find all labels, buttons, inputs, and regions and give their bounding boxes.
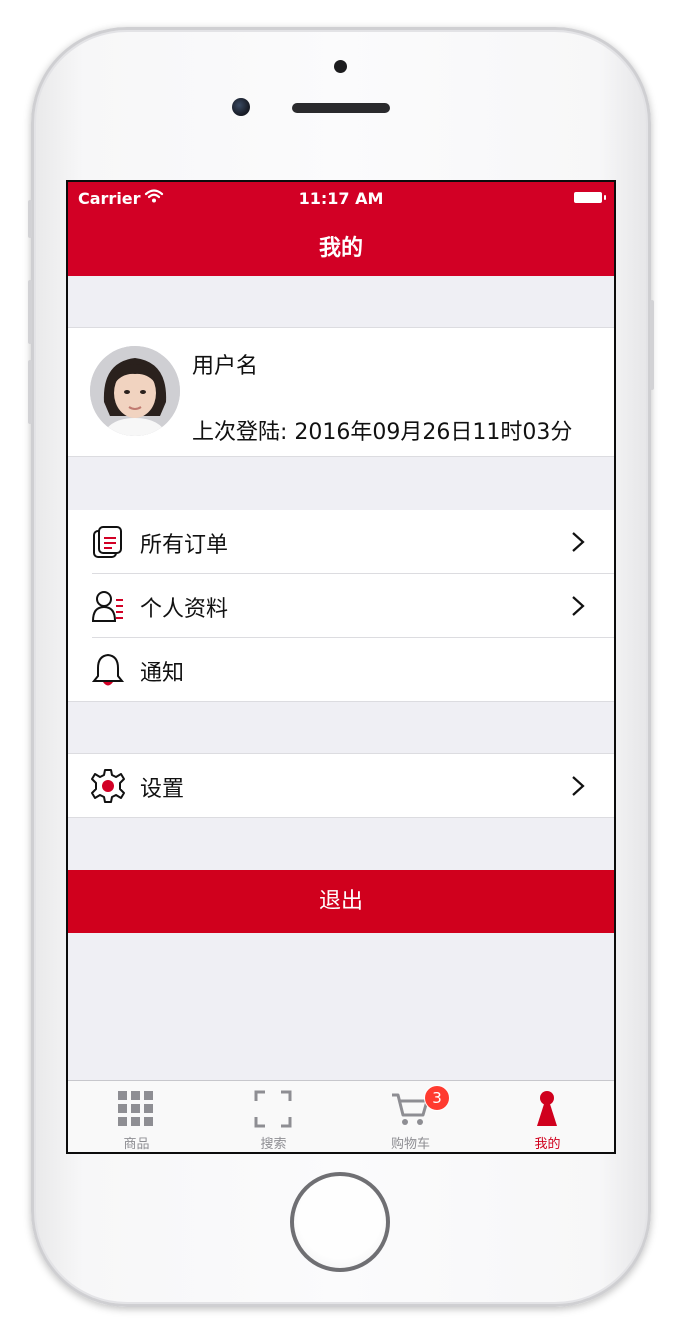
tab-label: 搜索 bbox=[260, 1137, 287, 1152]
front-camera bbox=[232, 98, 250, 116]
chevron-right-icon bbox=[572, 532, 585, 552]
menu-item-label: 所有订单 bbox=[140, 533, 229, 558]
bell-icon bbox=[91, 653, 125, 686]
avatar-image bbox=[90, 346, 180, 436]
logout-button[interactable]: 退出 bbox=[68, 870, 614, 933]
tab-bar: 商品 搜索 3 购物车 我的 bbox=[68, 1080, 614, 1152]
app-screen: Carrier 11:17 AM 我的 用户名 上次登陆: 2016年09月26… bbox=[66, 180, 616, 1154]
home-button[interactable] bbox=[290, 1172, 390, 1272]
proximity-sensor bbox=[334, 60, 347, 73]
status-time: 11:17 AM bbox=[298, 189, 384, 208]
earpiece-speaker bbox=[292, 103, 390, 113]
battery-icon bbox=[574, 192, 606, 203]
profile-icon bbox=[91, 591, 123, 622]
cart-badge: 3 bbox=[424, 1085, 450, 1111]
navigation-bar: Carrier 11:17 AM 我的 bbox=[68, 182, 614, 276]
menu-item-personal-info[interactable]: 个人资料 bbox=[68, 574, 614, 637]
menu-item-label: 设置 bbox=[140, 777, 185, 802]
chevron-right-icon bbox=[572, 596, 585, 616]
menu-item-orders[interactable]: 所有订单 bbox=[68, 510, 614, 573]
grid-icon bbox=[118, 1091, 153, 1126]
tab-products[interactable]: 商品 bbox=[68, 1081, 205, 1152]
tab-mine[interactable]: 我的 bbox=[479, 1081, 614, 1152]
user-icon bbox=[537, 1091, 557, 1126]
tab-search[interactable]: 搜索 bbox=[205, 1081, 342, 1152]
orders-icon bbox=[93, 526, 122, 558]
avatar bbox=[90, 346, 180, 436]
status-bar: Carrier 11:17 AM bbox=[68, 182, 614, 216]
menu-item-notifications[interactable]: 通知 bbox=[68, 638, 614, 701]
tab-label: 我的 bbox=[534, 1137, 561, 1152]
page-title: 我的 bbox=[318, 236, 363, 261]
scan-frame-icon bbox=[254, 1090, 292, 1128]
menu-group-settings: 设置 bbox=[68, 753, 614, 818]
chevron-right-icon bbox=[572, 776, 585, 796]
tab-cart[interactable]: 3 购物车 bbox=[342, 1081, 479, 1152]
profile-card[interactable]: 用户名 上次登陆: 2016年09月26日11时03分 bbox=[68, 327, 614, 457]
menu-item-label: 个人资料 bbox=[140, 597, 229, 622]
last-login-time: 上次登陆: 2016年09月26日11时03分 bbox=[192, 420, 573, 445]
volume-down-button bbox=[28, 360, 32, 424]
volume-up-button bbox=[28, 280, 32, 344]
mute-switch bbox=[28, 200, 32, 238]
tab-label: 购物车 bbox=[390, 1137, 430, 1152]
tab-label: 商品 bbox=[123, 1137, 150, 1152]
username: 用户名 bbox=[192, 354, 259, 379]
menu-item-settings[interactable]: 设置 bbox=[68, 754, 614, 817]
menu-group-main: 所有订单 个人资料 通知 bbox=[68, 510, 614, 702]
power-button bbox=[650, 300, 654, 390]
gear-icon bbox=[91, 769, 125, 803]
menu-item-label: 通知 bbox=[140, 661, 185, 686]
